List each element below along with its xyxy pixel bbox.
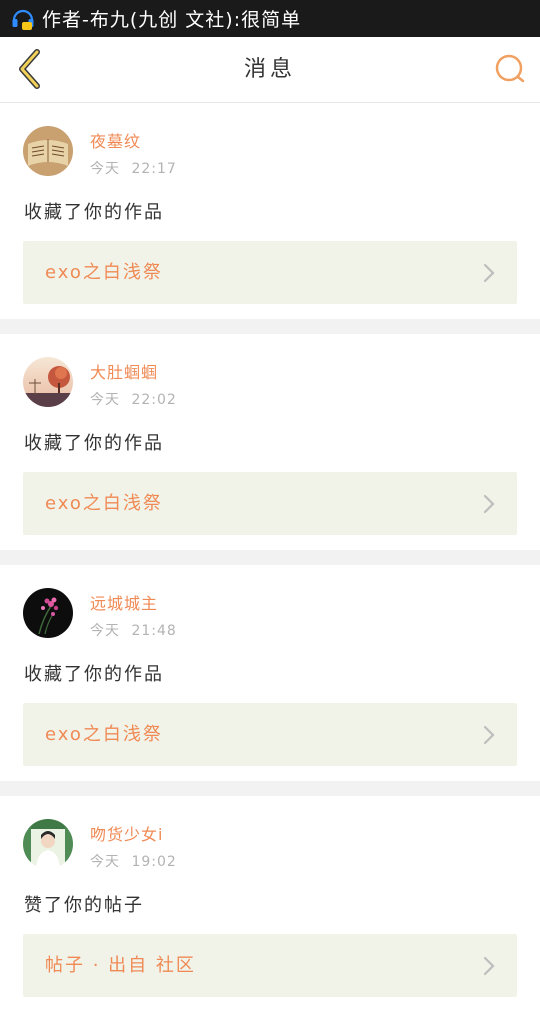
username[interactable]: 吻货少女i	[90, 821, 163, 845]
chevron-right-icon	[479, 955, 499, 977]
work-title: exo之白浅祭	[45, 493, 163, 514]
work-title: 帖子 · 出自 社区	[45, 955, 196, 976]
list-item: 大肚蝈蝈 今天 22:02 收藏了你的作品 exo之白浅祭	[0, 334, 540, 550]
list-item: 夜墓纹 今天 22:17 收藏了你的作品 exo之白浅祭	[0, 103, 540, 319]
work-link[interactable]: exo之白浅祭	[23, 241, 517, 304]
section-divider	[0, 550, 540, 565]
status-bar: 作者-布九(九创 文社):很简单	[0, 0, 540, 37]
chevron-right-icon	[479, 724, 499, 746]
work-title: exo之白浅祭	[45, 724, 163, 745]
chevron-right-icon	[479, 493, 499, 515]
list-item: 远城城主 今天 21:48 收藏了你的作品 exo之白浅祭	[0, 565, 540, 781]
timestamp: 今天 21:48	[90, 623, 177, 639]
open-book-avatar[interactable]	[23, 126, 73, 176]
section-divider	[0, 781, 540, 796]
timestamp: 今天 22:17	[90, 161, 177, 177]
action-text: 收藏了你的作品	[24, 202, 164, 223]
pink-flower-avatar[interactable]	[23, 588, 73, 638]
page-title: 消息	[243, 57, 296, 82]
work-link[interactable]: exo之白浅祭	[23, 703, 517, 766]
action-text: 赞了你的帖子	[24, 895, 144, 916]
person-portrait-avatar[interactable]	[23, 819, 73, 869]
work-link[interactable]: exo之白浅祭	[23, 472, 517, 535]
username[interactable]: 大肚蝈蝈	[90, 359, 158, 383]
username[interactable]: 远城城主	[90, 590, 158, 614]
status-notification-text: 作者-布九(九创 文社):很简单	[42, 9, 302, 31]
username[interactable]: 夜墓纹	[90, 128, 141, 152]
header-bar: 消息	[0, 37, 540, 103]
section-divider	[0, 319, 540, 334]
chevron-right-icon	[479, 262, 499, 284]
list-item: 吻货少女i 今天 19:02 赞了你的帖子 帖子 · 出自 社区	[0, 796, 540, 1012]
search-icon	[494, 53, 526, 89]
search-button[interactable]	[488, 49, 532, 93]
work-link[interactable]: 帖子 · 出自 社区	[23, 934, 517, 997]
work-title: exo之白浅祭	[45, 262, 163, 283]
action-text: 收藏了你的作品	[24, 664, 164, 685]
sunset-scene-avatar[interactable]	[23, 357, 73, 407]
headset-notification-icon	[10, 6, 36, 32]
action-text: 收藏了你的作品	[24, 433, 164, 454]
timestamp: 今天 19:02	[90, 854, 177, 870]
timestamp: 今天 22:02	[90, 392, 177, 408]
